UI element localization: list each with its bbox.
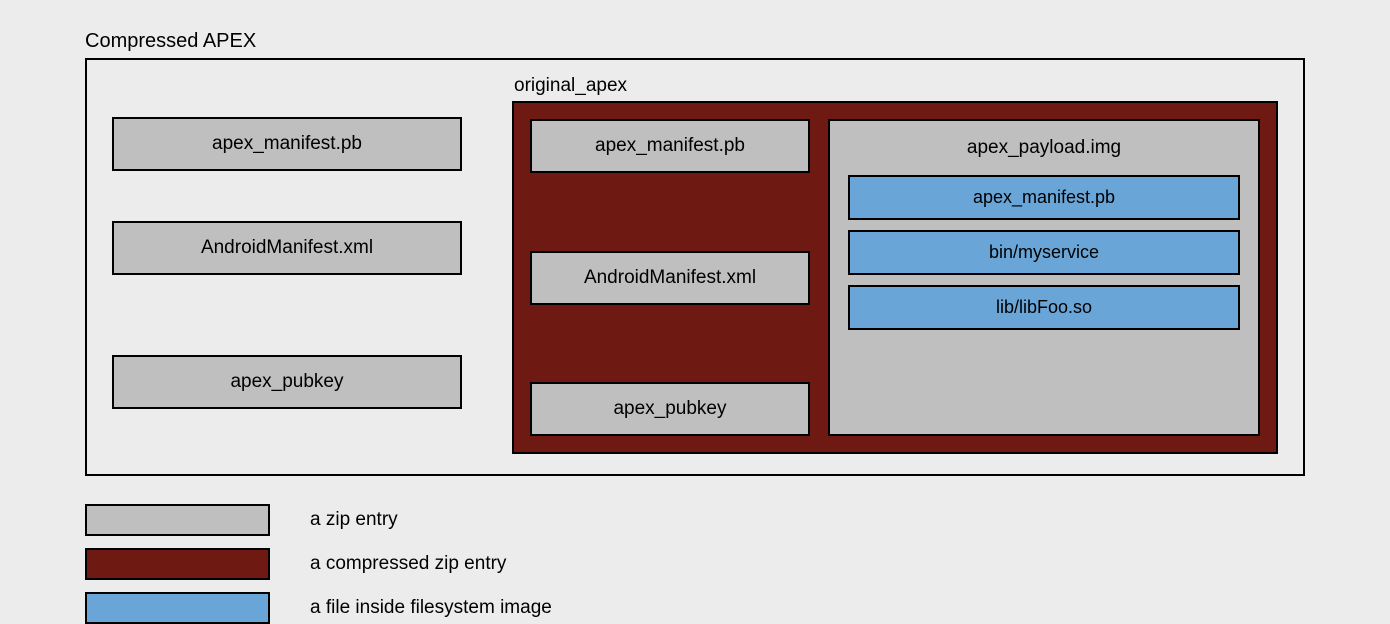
legend-row: a compressed zip entry bbox=[85, 548, 1390, 580]
legend-row: a file inside filesystem image bbox=[85, 592, 1390, 624]
filesystem-file: apex_manifest.pb bbox=[848, 175, 1240, 220]
compressed-apex-container: apex_manifest.pb AndroidManifest.xml ape… bbox=[85, 58, 1305, 476]
filesystem-file: bin/myservice bbox=[848, 230, 1240, 275]
filesystem-file: lib/libFoo.so bbox=[848, 285, 1240, 330]
inner-zip-entries: apex_manifest.pb AndroidManifest.xml ape… bbox=[530, 119, 810, 436]
zip-entry: apex_pubkey bbox=[530, 382, 810, 436]
apex-payload-container: apex_payload.img apex_manifest.pb bin/my… bbox=[828, 119, 1260, 436]
legend-swatch-brown bbox=[85, 548, 270, 580]
legend-text: a file inside filesystem image bbox=[310, 597, 552, 619]
legend: a zip entry a compressed zip entry a fil… bbox=[85, 504, 1390, 624]
legend-text: a compressed zip entry bbox=[310, 553, 506, 575]
zip-entry: apex_manifest.pb bbox=[112, 117, 462, 171]
zip-entry: AndroidManifest.xml bbox=[112, 221, 462, 275]
legend-swatch-gray bbox=[85, 504, 270, 536]
diagram-title: Compressed APEX bbox=[85, 30, 1390, 53]
payload-title: apex_payload.img bbox=[848, 131, 1240, 175]
zip-entry: apex_manifest.pb bbox=[530, 119, 810, 173]
zip-entry: apex_pubkey bbox=[112, 355, 462, 409]
legend-text: a zip entry bbox=[310, 509, 398, 531]
legend-swatch-blue bbox=[85, 592, 270, 624]
outer-zip-entries: apex_manifest.pb AndroidManifest.xml ape… bbox=[112, 75, 462, 454]
legend-row: a zip entry bbox=[85, 504, 1390, 536]
zip-entry: AndroidManifest.xml bbox=[530, 251, 810, 305]
original-apex-label: original_apex bbox=[514, 75, 1278, 97]
compressed-zip-entry: apex_manifest.pb AndroidManifest.xml ape… bbox=[512, 101, 1278, 454]
